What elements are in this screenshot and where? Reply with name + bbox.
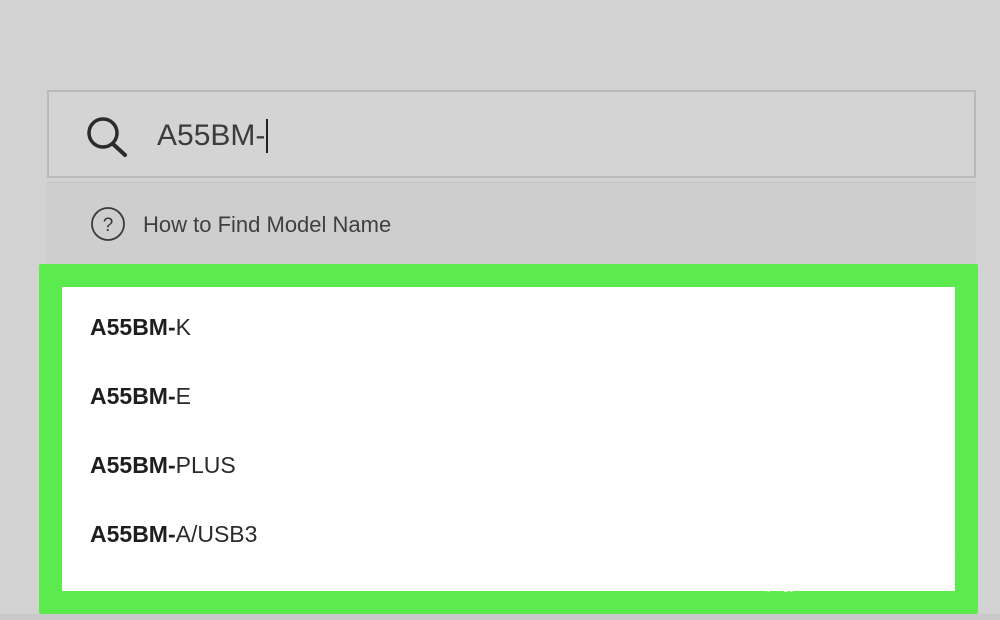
suggestion-rest: A/USB3 — [175, 521, 258, 547]
suggestion-match: A55BM- — [90, 521, 176, 547]
search-icon — [87, 117, 127, 157]
suggestion-item[interactable]: A55BM-A/USB3 — [90, 512, 920, 556]
model-search-box[interactable]: A55BM- — [47, 90, 976, 178]
suggestion-rest: E — [175, 383, 191, 409]
suggestion-match: A55BM- — [90, 314, 176, 340]
search-input[interactable]: A55BM- — [157, 119, 269, 153]
suggestion-rest: K — [175, 314, 191, 340]
suggestion-match: A55BM- — [90, 452, 176, 478]
suggestion-list: A55BM-K A55BM-E A55BM-PLUS A55BM-A/USB3 — [62, 287, 955, 591]
how-to-find-model-name-link[interactable]: ? How to Find Model Name — [47, 182, 976, 264]
suggestion-item[interactable]: A55BM-E — [90, 374, 920, 418]
suggestion-item[interactable]: A55BM-K — [90, 305, 920, 349]
text-caret — [266, 119, 269, 153]
suggestion-match: A55BM- — [90, 383, 176, 409]
search-query-text: A55BM- — [157, 119, 266, 152]
svg-text:?: ? — [103, 215, 114, 236]
bottom-divider — [0, 614, 1000, 620]
suggestion-rest: PLUS — [175, 452, 236, 478]
suggestion-item[interactable]: A55BM-PLUS — [90, 443, 920, 487]
help-link-label: How to Find Model Name — [143, 212, 392, 237]
question-circle-icon: ? — [91, 207, 125, 241]
